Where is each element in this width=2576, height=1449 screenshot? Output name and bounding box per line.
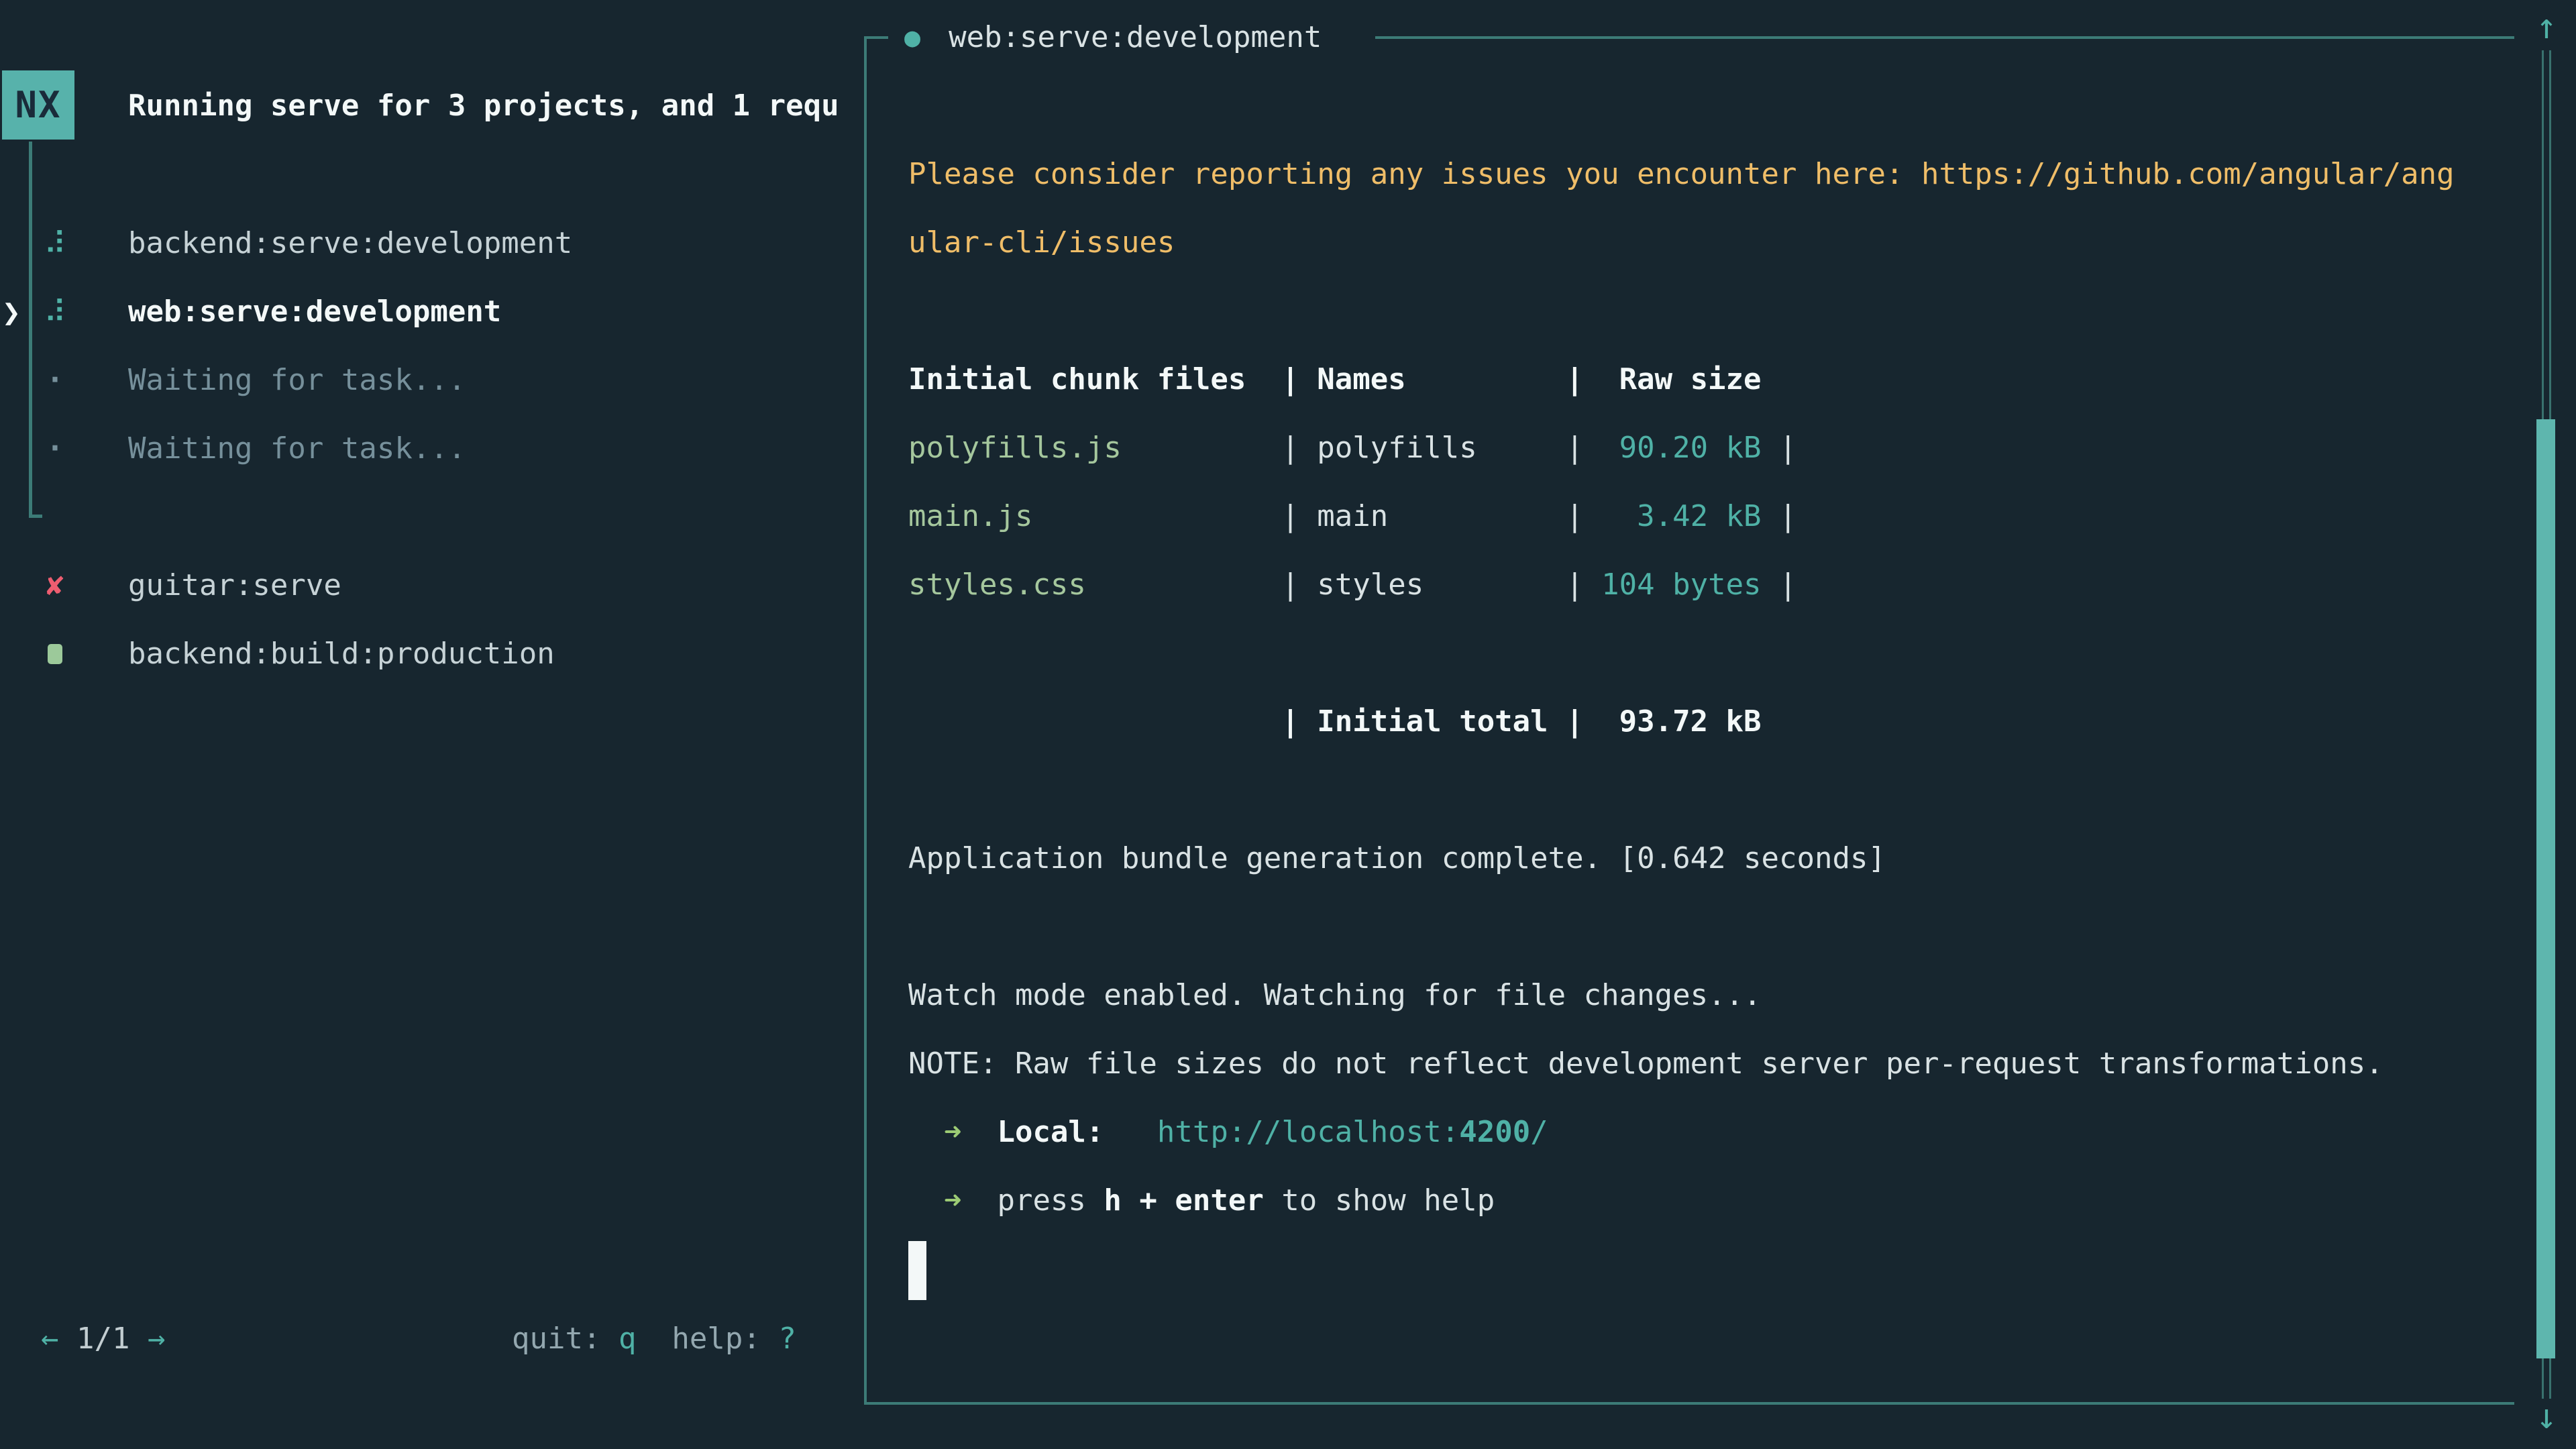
text-segment: press	[961, 1183, 1104, 1218]
spinner-icon: ⠼	[40, 209, 70, 278]
text-segment	[908, 1183, 944, 1218]
panel-header: ● web:serve:development	[904, 3, 1322, 72]
text-segment: | styles |	[1086, 568, 1584, 602]
text-segment	[1104, 1115, 1157, 1149]
text-segment: ←	[41, 1322, 59, 1356]
text-segment: polyfills.js	[908, 431, 1122, 465]
terminal-cursor	[908, 1241, 926, 1300]
terminal-line	[908, 1235, 2512, 1303]
task-row-backend-serve[interactable]: ⠼ backend:serve:development	[0, 209, 864, 278]
text-segment: to show help	[1264, 1183, 1495, 1218]
text-segment: Local:	[997, 1115, 1104, 1149]
terminal-output: Please consider reporting any issues you…	[908, 140, 2512, 1303]
terminal-line	[908, 277, 2512, 345]
task-label-selected: web:serve:development	[128, 278, 501, 346]
terminal-line: Initial chunk files | Names | Raw size	[908, 345, 2512, 414]
task-label: backend:serve:development	[128, 209, 572, 278]
nx-logo: NX	[2, 70, 74, 140]
scrollbar-thumb[interactable]	[2536, 419, 2555, 1358]
text-segment	[961, 1115, 997, 1149]
task-row-web-serve[interactable]: ⠼ web:serve:development	[0, 278, 864, 346]
text-segment: | polyfills |	[1122, 431, 1584, 465]
local-url-link[interactable]: /	[1530, 1115, 1548, 1149]
terminal-line: | Initial total | 93.72 kB	[908, 688, 2512, 756]
text-segment: ➜	[944, 1115, 962, 1149]
terminal-line: Application bundle generation complete. …	[908, 824, 2512, 893]
text-segment: 104 bytes	[1584, 568, 1762, 602]
terminal-line: polyfills.js | polyfills | 90.20 kB |	[908, 414, 2512, 482]
text-segment: 3.42 kB	[1584, 499, 1762, 533]
terminal-line: Please consider reporting any issues you…	[908, 140, 2512, 209]
text-segment: ular-cli/issues	[908, 225, 1175, 260]
pending-dot-icon: ·	[40, 346, 70, 415]
task-row-backend-build[interactable]: backend:build:production	[0, 620, 864, 688]
text-segment: Application bundle generation complete. …	[908, 841, 1886, 875]
pending-dot-icon: ·	[40, 415, 70, 483]
text-segment: 90.20 kB	[1584, 431, 1762, 465]
panel-title: web:serve:development	[949, 3, 1322, 72]
terminal-line	[908, 756, 2512, 824]
task-row-waiting-2[interactable]: · Waiting for task...	[0, 415, 864, 483]
text-segment: 1/1	[59, 1322, 148, 1356]
text-segment: | main |	[1032, 499, 1583, 533]
pager[interactable]: ← 1/1 →	[41, 1305, 165, 1373]
terminal-line	[908, 619, 2512, 688]
panel-border-left	[864, 38, 867, 1405]
terminal-line: NOTE: Raw file sizes do not reflect deve…	[908, 1030, 2512, 1098]
text-segment: NOTE: Raw file sizes do not reflect deve…	[908, 1046, 2383, 1081]
text-segment: |	[1762, 499, 1797, 533]
success-square-icon	[40, 620, 70, 688]
scroll-up-arrow-icon[interactable]: ↑	[2525, 5, 2568, 48]
keybind-hints: quit: q help: ?	[512, 1305, 796, 1373]
text-segment: styles.css	[908, 568, 1086, 602]
text-segment: | Initial total | 93.72 kB	[908, 704, 1762, 739]
running-bullet-icon: ●	[904, 3, 920, 72]
text-segment: →	[148, 1322, 166, 1356]
text-segment: Initial chunk files | Names | Raw size	[908, 362, 1762, 396]
task-label: Waiting for task...	[128, 346, 466, 415]
terminal-line: styles.css | styles | 104 bytes |	[908, 551, 2512, 619]
text-segment: ➜	[944, 1183, 962, 1218]
local-url-link[interactable]: 4200	[1459, 1115, 1530, 1149]
task-label: Waiting for task...	[128, 415, 466, 483]
text-segment: q	[619, 1322, 637, 1356]
terminal-line: ular-cli/issues	[908, 209, 2512, 277]
failed-cross-icon: ✘	[40, 551, 70, 620]
nx-logo-text: NX	[15, 84, 61, 126]
panel-border-top-rule	[1375, 36, 2514, 39]
text-segment: help:	[636, 1322, 778, 1356]
spinner-icon: ⠼	[40, 278, 70, 346]
text-segment: |	[1762, 568, 1797, 602]
text-segment: |	[1762, 431, 1797, 465]
text-segment: h + enter	[1104, 1183, 1263, 1218]
nx-tui-screen: NX Running serve for 3 projects, and 1 r…	[0, 0, 2576, 1449]
text-segment	[908, 1115, 944, 1149]
panel-border-top-corner	[864, 36, 888, 39]
page-title: Running serve for 3 projects, and 1 requ	[128, 72, 861, 140]
terminal-line	[908, 893, 2512, 961]
task-row-waiting-1[interactable]: · Waiting for task...	[0, 346, 864, 415]
text-segment: ?	[778, 1322, 796, 1356]
task-label: guitar:serve	[128, 551, 341, 620]
terminal-line: ➜ Local: http://localhost:4200/	[908, 1098, 2512, 1167]
terminal-line: Watch mode enabled. Watching for file ch…	[908, 961, 2512, 1030]
text-segment: quit:	[512, 1322, 619, 1356]
terminal-line: main.js | main | 3.42 kB |	[908, 482, 2512, 551]
task-row-guitar-serve[interactable]: ✘ guitar:serve	[0, 551, 864, 620]
task-label: backend:build:production	[128, 620, 555, 688]
local-url-link[interactable]: http://localhost:	[1157, 1115, 1459, 1149]
scroll-down-arrow-icon[interactable]: ↓	[2525, 1395, 2568, 1438]
text-segment: Please consider reporting any issues you…	[908, 157, 2455, 191]
text-segment: Watch mode enabled. Watching for file ch…	[908, 978, 1762, 1012]
text-segment: main.js	[908, 499, 1032, 533]
terminal-line: ➜ press h + enter to show help	[908, 1167, 2512, 1235]
panel-border-bottom	[864, 1402, 2514, 1405]
